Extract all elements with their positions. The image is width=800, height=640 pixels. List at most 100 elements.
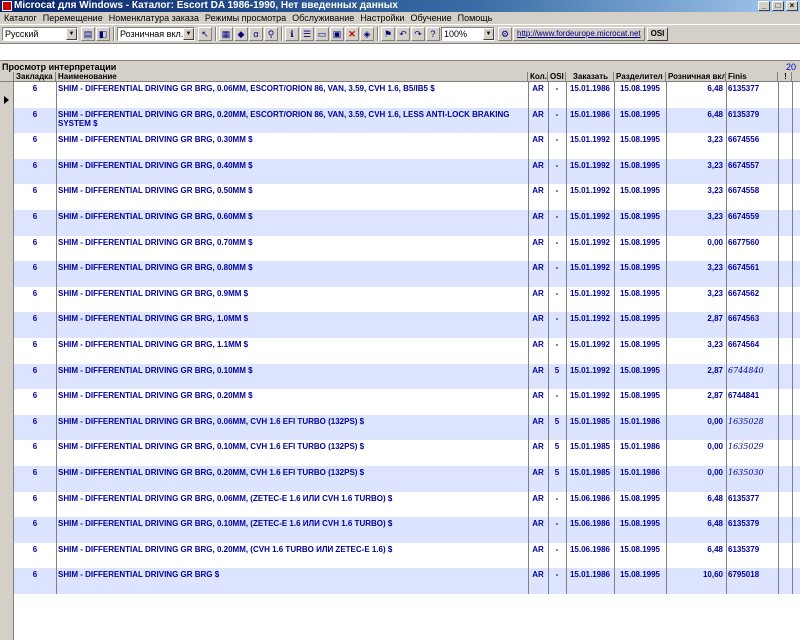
cell-retail-price: 6,48: [707, 544, 723, 554]
table-row[interactable]: 6 SHIM - DIFFERENTIAL DRIVING GR BRG, 0.6…: [0, 210, 800, 236]
zoom-select[interactable]: 100% ▼: [441, 27, 495, 41]
cell-osi: -: [555, 544, 559, 554]
menu-order-list[interactable]: Номенклатура заказа: [109, 13, 199, 23]
menu-navigation[interactable]: Перемещение: [43, 13, 103, 23]
table-row[interactable]: 6 SHIM - DIFFERENTIAL DRIVING GR BRG, 0.1…: [0, 517, 800, 543]
menu-view-modes[interactable]: Режимы просмотра: [205, 13, 286, 23]
table-row[interactable]: 6 SHIM - DIFFERENTIAL DRIVING GR BRG, 0.0…: [0, 492, 800, 518]
col-divider: [566, 82, 567, 594]
col-bookmark[interactable]: Закладка: [14, 72, 56, 82]
cell-name: SHIM - DIFFERENTIAL DRIVING GR BRG, 0.40…: [58, 160, 253, 170]
cursor-icon[interactable]: ↖: [198, 27, 212, 41]
tools-icon[interactable]: ⚙: [498, 27, 512, 41]
col-mark[interactable]: !: [778, 72, 792, 82]
car-icon[interactable]: ◆: [234, 27, 248, 41]
table-row[interactable]: 6 SHIM - DIFFERENTIAL DRIVING GR BRG, 0.2…: [0, 543, 800, 569]
cell-name: SHIM - DIFFERENTIAL DRIVING GR BRG, 1.1M…: [58, 340, 249, 349]
menu-training[interactable]: Обучение: [410, 13, 451, 23]
table-row[interactable]: 6 SHIM - DIFFERENTIAL DRIVING GR BRG $ AR -…: [0, 568, 800, 594]
table-row[interactable]: 6 SHIM - DIFFERENTIAL DRIVING GR BRG, 0.7…: [0, 236, 800, 262]
info-icon[interactable]: ℹ: [285, 27, 299, 41]
alpha-icon[interactable]: α: [249, 27, 263, 41]
menu-help[interactable]: Помощь: [458, 13, 493, 23]
cell-finis: 6744841: [728, 391, 760, 401]
menu-service[interactable]: Обслуживание: [292, 13, 354, 23]
cell-order-date: 15.01.1992: [569, 365, 611, 375]
menu-settings[interactable]: Настройки: [360, 13, 404, 23]
help-icon[interactable]: ?: [426, 27, 440, 41]
price-mode-select[interactable]: Розничная вкл. ▼: [117, 27, 195, 41]
cell-separator-date: 15.08.1995: [619, 519, 661, 529]
cell-osi: -: [555, 160, 559, 170]
table-row[interactable]: 6 SHIM - DIFFERENTIAL DRIVING GR BRG, 0.5…: [0, 184, 800, 210]
preview-icon[interactable]: ◧: [96, 27, 110, 41]
cell-osi: -: [555, 186, 559, 196]
parts-grid: Закладка Наименование Кол. OSI Заказать …: [0, 72, 800, 640]
cell-name: SHIM - DIFFERENTIAL DRIVING GR BRG, 0.50…: [58, 186, 253, 196]
cell-osi: -: [555, 570, 559, 580]
cell-name: SHIM - DIFFERENTIAL DRIVING GR BRG, 0.30…: [58, 135, 253, 145]
cell-separator-date: 15.08.1995: [619, 570, 661, 580]
cell-order-date: 15.01.1992: [569, 135, 611, 145]
cell-separator-date: 15.08.1995: [619, 212, 661, 221]
cell-order-date: 15.06.1986: [569, 544, 611, 554]
col-qty[interactable]: Кол.: [528, 72, 548, 82]
col-finis[interactable]: Finis: [726, 72, 778, 82]
maximize-button[interactable]: □: [772, 1, 784, 11]
table-row[interactable]: 6 SHIM - DIFFERENTIAL DRIVING GR BRG, 0.0…: [0, 414, 800, 441]
panel-title: Просмотр интерпретации: [2, 62, 117, 72]
undo-icon[interactable]: ↶: [396, 27, 410, 41]
cell-retail-price: 0,00: [707, 237, 723, 247]
cell-finis: 6674562: [728, 288, 760, 298]
window-icon[interactable]: ▭: [315, 27, 329, 41]
cell-bookmark: 6: [32, 468, 38, 477]
table-row[interactable]: 6 SHIM - DIFFERENTIAL DRIVING GR BRG, 0.3…: [0, 133, 800, 159]
row-count: 20: [785, 62, 796, 72]
table-row[interactable]: 6 SHIM - DIFFERENTIAL DRIVING GR BRG, 0.1…: [0, 363, 800, 390]
website-link[interactable]: http://www.fordeurope.microcat.net: [513, 27, 645, 41]
delete-icon[interactable]: ✕: [345, 27, 359, 41]
cell-bookmark: 6: [32, 544, 38, 554]
col-order[interactable]: Заказать: [566, 72, 614, 82]
col-name[interactable]: Наименование: [56, 72, 528, 82]
table-row[interactable]: 6 SHIM - DIFFERENTIAL DRIVING GR BRG, 1.0…: [0, 312, 800, 338]
grid-header: Закладка Наименование Кол. OSI Заказать …: [0, 72, 800, 82]
osi-button[interactable]: OSI: [646, 27, 669, 41]
table-row[interactable]: 6 SHIM - DIFFERENTIAL DRIVING GR BRG, 0.4…: [0, 158, 800, 185]
table-row[interactable]: 6 SHIM - DIFFERENTIAL DRIVING GR BRG, 1.1…: [0, 338, 800, 364]
book-icon[interactable]: ▣: [330, 27, 344, 41]
cell-bookmark: 6: [32, 109, 38, 119]
col-retail[interactable]: Розничная вкл: [666, 72, 726, 82]
table-row[interactable]: 6 SHIM - DIFFERENTIAL DRIVING GR BRG, 0.1…: [0, 440, 800, 466]
table-row[interactable]: 6 SHIM - DIFFERENTIAL DRIVING GR BRG, 0.2…: [0, 466, 800, 492]
eraser-icon[interactable]: ◈: [360, 27, 374, 41]
col-divider: [614, 82, 615, 594]
list-icon[interactable]: ☰: [300, 27, 314, 41]
minimize-button[interactable]: _: [758, 1, 770, 11]
close-button[interactable]: ×: [786, 1, 798, 11]
cell-name: SHIM - DIFFERENTIAL DRIVING GR BRG, 0.70…: [58, 237, 253, 247]
search-icon[interactable]: ⚲: [264, 27, 278, 41]
row-selector-column: [0, 82, 14, 640]
table-row[interactable]: 6 SHIM - DIFFERENTIAL DRIVING GR BRG, 0.9…: [0, 287, 800, 313]
select-all-checkbox[interactable]: [0, 72, 14, 82]
table-row[interactable]: 6 SHIM - DIFFERENTIAL DRIVING GR BRG, 0.2…: [0, 389, 800, 415]
language-select[interactable]: Русский ▼: [2, 27, 78, 41]
cell-osi: 5: [554, 365, 560, 375]
cell-qty: AR: [532, 544, 544, 554]
table-row[interactable]: 6 SHIM - DIFFERENTIAL DRIVING GR BRG, 0.0…: [0, 82, 800, 108]
menu-catalog[interactable]: Каталог: [4, 13, 37, 23]
table-row[interactable]: 6 SHIM - DIFFERENTIAL DRIVING GR BRG, 0.2…: [0, 107, 800, 134]
redo-icon[interactable]: ↷: [411, 27, 425, 41]
cell-order-date: 15.01.1985: [569, 468, 611, 477]
catalog-icon[interactable]: ▦: [219, 27, 233, 41]
cell-retail-price: 10,60: [702, 570, 723, 580]
cell-qty: AR: [532, 135, 544, 145]
print-icon[interactable]: ▤: [81, 27, 95, 41]
cell-name: SHIM - DIFFERENTIAL DRIVING GR BRG, 0.06…: [58, 84, 435, 93]
table-row[interactable]: 6 SHIM - DIFFERENTIAL DRIVING GR BRG, 0.8…: [0, 261, 800, 287]
cell-bookmark: 6: [32, 84, 38, 93]
col-osi[interactable]: OSI: [548, 72, 566, 82]
col-separator[interactable]: Разделител: [614, 72, 666, 82]
flag-icon[interactable]: ⚑: [381, 27, 395, 41]
